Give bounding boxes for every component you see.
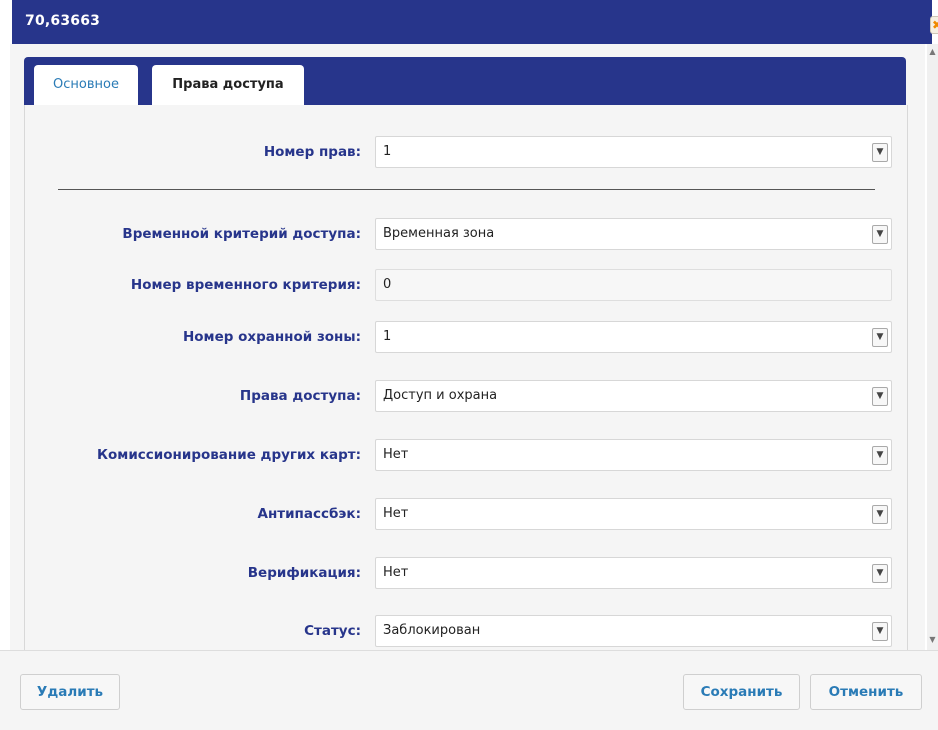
- dialog-title: 70,63663: [25, 13, 101, 29]
- access-rights-label: Права доступа:: [239, 388, 361, 404]
- verification-select[interactable]: Нет ▼: [375, 557, 892, 589]
- antipassback-value: Нет: [383, 506, 409, 521]
- tab-main[interactable]: Основное: [34, 65, 138, 105]
- rights-number-label: Номер прав:: [263, 144, 361, 160]
- save-button[interactable]: Сохранить: [683, 674, 800, 710]
- chevron-down-icon[interactable]: ▼: [872, 505, 888, 524]
- security-zone-number-value: 1: [383, 329, 392, 344]
- delete-button[interactable]: Удалить: [20, 674, 120, 710]
- time-criterion-select[interactable]: Временная зона ▼: [375, 218, 892, 250]
- verification-label: Верификация:: [247, 565, 361, 581]
- security-zone-number-label: Номер охранной зоны:: [182, 329, 361, 345]
- card-commissioning-label: Комиссионирование других карт:: [96, 447, 361, 463]
- status-label: Статус:: [304, 623, 361, 639]
- status-select[interactable]: Заблокирован ▼: [375, 615, 892, 647]
- status-value: Заблокирован: [383, 623, 481, 638]
- access-rights-select[interactable]: Доступ и охрана ▼: [375, 380, 892, 412]
- dialog-titlebar: 70,63663: [12, 0, 932, 44]
- rights-number-select[interactable]: 1 ▼: [375, 136, 892, 168]
- time-criterion-number-input[interactable]: 0: [375, 269, 892, 301]
- time-criterion-number-value: 0: [383, 277, 392, 292]
- chevron-down-icon[interactable]: ▼: [872, 225, 888, 244]
- time-criterion-number-label: Номер временного критерия:: [130, 277, 361, 293]
- section-divider: [58, 189, 875, 190]
- rights-number-value: 1: [383, 144, 392, 159]
- time-criterion-value: Временная зона: [383, 226, 495, 241]
- cancel-button[interactable]: Отменить: [810, 674, 922, 710]
- chevron-down-icon[interactable]: ▼: [872, 328, 888, 347]
- chevron-down-icon[interactable]: ▼: [872, 143, 888, 162]
- time-criterion-label: Временной критерий доступа:: [122, 226, 361, 242]
- tab-bar: Основное Права доступа: [24, 57, 906, 105]
- access-rights-value: Доступ и охрана: [383, 388, 498, 403]
- security-zone-number-select[interactable]: 1 ▼: [375, 321, 892, 353]
- chevron-down-icon[interactable]: ▼: [872, 564, 888, 583]
- verification-value: Нет: [383, 565, 409, 580]
- antipassback-select[interactable]: Нет ▼: [375, 498, 892, 530]
- scroll-up-icon[interactable]: ▲: [928, 46, 937, 58]
- scroll-down-icon[interactable]: ▼: [928, 634, 937, 646]
- chevron-down-icon[interactable]: ▼: [872, 622, 888, 641]
- vertical-scrollbar[interactable]: ▲ ▼: [927, 44, 938, 650]
- access-rights-panel: Номер прав: 1 ▼ Временной критерий досту…: [24, 105, 908, 650]
- card-commissioning-value: Нет: [383, 447, 409, 462]
- card-commissioning-select[interactable]: Нет ▼: [375, 439, 892, 471]
- close-icon[interactable]: ✖: [930, 16, 938, 34]
- scrollbar-thumb[interactable]: [929, 60, 936, 630]
- tab-access-rights[interactable]: Права доступа: [152, 65, 304, 105]
- chevron-down-icon[interactable]: ▼: [872, 387, 888, 406]
- chevron-down-icon[interactable]: ▼: [872, 446, 888, 465]
- antipassback-label: Антипассбэк:: [257, 506, 362, 522]
